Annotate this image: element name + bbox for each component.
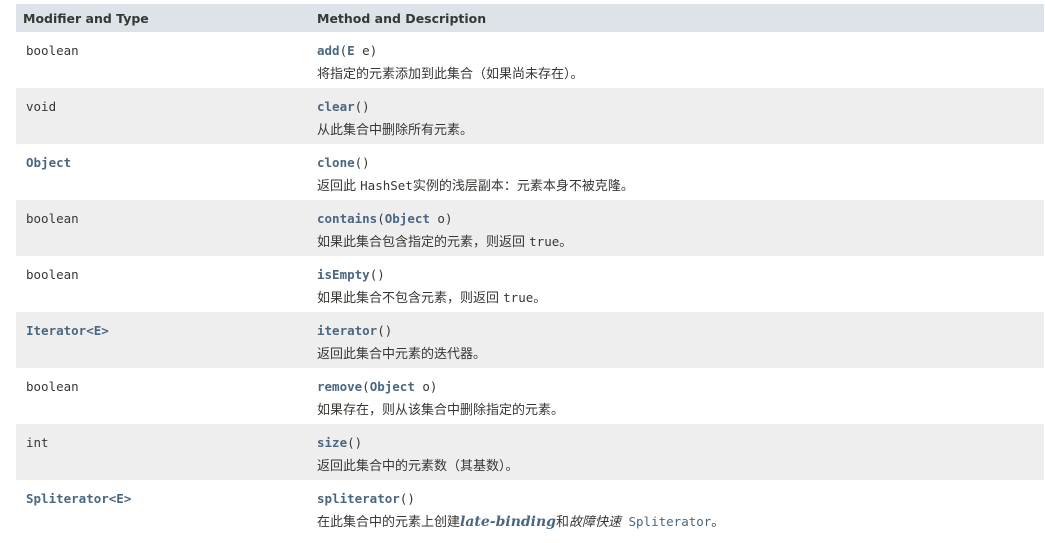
table-row: int size() 返回此集合中的元素数（其基数）。 [16, 424, 1044, 480]
method-description: 如果存在，则从该集合中删除指定的元素。 [317, 403, 565, 418]
modifier-type: boolean [26, 211, 79, 226]
desc-text: 。 [711, 515, 725, 530]
desc-code: true [529, 234, 560, 249]
method-signature: iterator() [317, 323, 486, 338]
method-description: 将指定的元素添加到此集合（如果尚未存在）。 [317, 67, 584, 82]
method-link-spliterator[interactable]: spliterator [317, 491, 400, 506]
table-row: boolean remove(Object o) 如果存在，则从该集合中删除指定… [16, 368, 1044, 424]
paren-close: ) [369, 43, 378, 58]
method-description: 返回此集合中元素的迭代器。 [317, 347, 487, 362]
modifier-type: boolean [26, 379, 79, 394]
method-link-add[interactable]: add [317, 43, 340, 58]
table-row: Iterator<E> iterator() 返回此集合中元素的迭代器。 [16, 312, 1044, 368]
table-row: Object clone() 返回此 HashSet实例的浅层副本：元素本身不被… [16, 144, 1044, 200]
method-link-clear[interactable]: clear [317, 99, 355, 114]
modifier-type: boolean [26, 43, 79, 58]
method-link-contains[interactable]: contains [317, 211, 377, 226]
desc-text: 。 [559, 235, 573, 250]
param-name: o [414, 379, 430, 394]
table-row: boolean add(E e) 将指定的元素添加到此集合（如果尚未存在）。 [16, 32, 1044, 88]
param-type-link[interactable]: Object [385, 211, 430, 226]
method-cell: clone() 返回此 HashSet实例的浅层副本：元素本身不被克隆。 [307, 144, 634, 200]
paren-open: ( [362, 379, 370, 394]
method-description: 返回此 HashSet实例的浅层副本：元素本身不被克隆。 [317, 175, 634, 194]
desc-code: HashSet [360, 178, 413, 193]
method-link-size[interactable]: size [317, 435, 347, 450]
parens: () [369, 267, 385, 282]
method-description: 在此集合中的元素上创建late-binding和故障快速 Spliterator… [317, 511, 724, 530]
method-cell: iterator() 返回此集合中元素的迭代器。 [307, 312, 486, 368]
method-link-remove[interactable]: remove [317, 379, 362, 394]
method-signature: spliterator() [317, 491, 724, 506]
desc-text: 和 [555, 515, 569, 530]
paren-open: ( [339, 43, 348, 58]
modifier-type-cell: Spliterator<E> [16, 480, 307, 536]
table-row: boolean isEmpty() 如果此集合不包含元素，则返回 true。 [16, 256, 1044, 312]
method-cell: size() 返回此集合中的元素数（其基数）。 [307, 424, 519, 480]
paren-open: ( [377, 211, 385, 226]
param-name: e [354, 43, 370, 58]
table-row: void clear() 从此集合中删除所有元素。 [16, 88, 1044, 144]
table-header: Modifier and Type Method and Description [16, 4, 1044, 32]
param-type-link[interactable]: Object [370, 379, 415, 394]
paren-close: ) [444, 211, 453, 226]
method-cell: spliterator() 在此集合中的元素上创建late-binding和故障… [307, 480, 724, 536]
type-link-spliterator[interactable]: Spliterator<E> [26, 491, 131, 506]
parens: () [347, 435, 363, 450]
method-link-isempty[interactable]: isEmpty [317, 267, 370, 282]
param-type-link[interactable]: E [347, 43, 355, 58]
desc-italic: 故障快速 [568, 515, 621, 530]
parens: () [377, 323, 393, 338]
type-link-object[interactable]: Object [26, 155, 71, 170]
desc-text: 如果此集合包含指定的元素，则返回 [317, 235, 530, 250]
paren-close: ) [429, 379, 438, 394]
method-link-clone[interactable]: clone [317, 155, 355, 170]
type-link-iterator[interactable]: Iterator<E> [26, 323, 109, 338]
parens: () [354, 155, 370, 170]
method-description: 如果此集合不包含元素，则返回 true。 [317, 287, 546, 306]
method-cell: clear() 从此集合中删除所有元素。 [307, 88, 473, 144]
method-description: 返回此集合中的元素数（其基数）。 [317, 459, 519, 474]
method-signature: clear() [317, 99, 473, 114]
desc-text: 在此集合中的元素上创建 [317, 515, 461, 530]
method-signature: contains(Object o) [317, 211, 572, 226]
modifier-type-cell: Object [16, 144, 307, 200]
col-header-method-description: Method and Description [317, 10, 487, 26]
table-row: boolean contains(Object o) 如果此集合包含指定的元素，… [16, 200, 1044, 256]
method-signature: remove(Object o) [317, 379, 564, 394]
desc-text: 实例的浅层副本：元素本身不被克隆。 [412, 179, 634, 194]
method-signature: clone() [317, 155, 634, 170]
method-cell: contains(Object o) 如果此集合包含指定的元素，则返回 true… [307, 200, 572, 256]
parens: () [354, 99, 370, 114]
param-name: o [429, 211, 445, 226]
method-summary-table: Modifier and Type Method and Description… [16, 4, 1044, 536]
method-signature: size() [317, 435, 519, 450]
method-signature: isEmpty() [317, 267, 546, 282]
desc-code: true [503, 290, 534, 305]
desc-text: 返回此 [317, 179, 361, 194]
col-header-modifier-type: Modifier and Type [23, 10, 149, 26]
parens: () [399, 491, 415, 506]
desc-text: 。 [533, 291, 547, 306]
modifier-type-cell: Iterator<E> [16, 312, 307, 368]
method-signature: add(E e) [317, 43, 584, 58]
modifier-type: int [26, 435, 49, 450]
desc-text: 如果此集合不包含元素，则返回 [317, 291, 504, 306]
modifier-type: void [26, 99, 57, 114]
method-description: 如果此集合包含指定的元素，则返回 true。 [317, 231, 572, 250]
method-cell: remove(Object o) 如果存在，则从该集合中删除指定的元素。 [307, 368, 564, 424]
spliterator-code-link[interactable]: Spliterator [621, 514, 712, 529]
method-description: 从此集合中删除所有元素。 [317, 123, 474, 138]
method-cell: add(E e) 将指定的元素添加到此集合（如果尚未存在）。 [307, 32, 584, 88]
modifier-type: boolean [26, 267, 79, 282]
table-row: Spliterator<E> spliterator() 在此集合中的元素上创建… [16, 480, 1044, 536]
late-binding-link[interactable]: late-binding [460, 514, 556, 530]
method-link-iterator[interactable]: iterator [317, 323, 377, 338]
method-cell: isEmpty() 如果此集合不包含元素，则返回 true。 [307, 256, 546, 312]
